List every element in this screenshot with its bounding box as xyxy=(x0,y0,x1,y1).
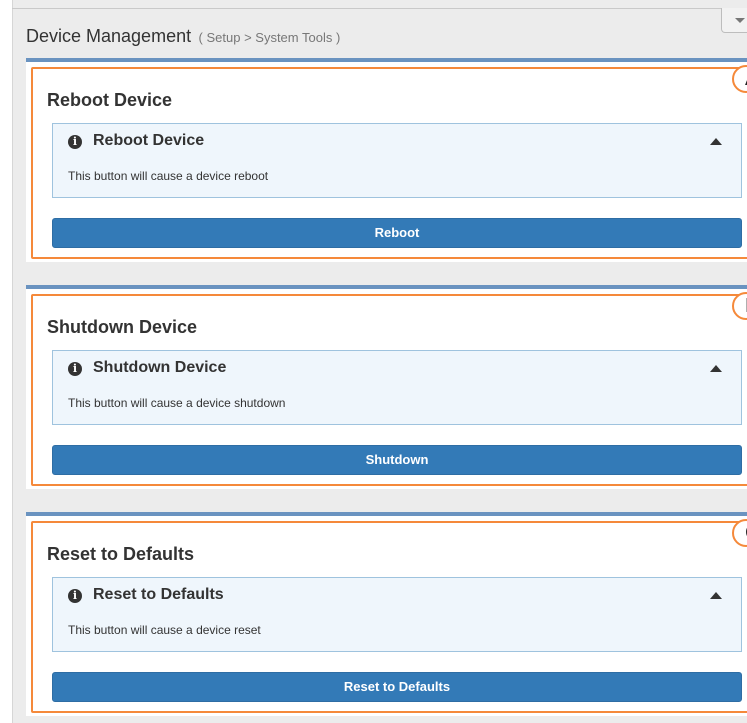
left-panel-edge xyxy=(0,0,13,723)
annotation-outline: B Shutdown Device i Shutdown Device This… xyxy=(31,292,747,486)
info-panel-title: Reset to Defaults xyxy=(93,586,224,603)
info-panel: i Reboot Device This button will cause a… xyxy=(52,123,742,198)
page-header: Device Management ( Setup > System Tools… xyxy=(26,26,340,47)
info-panel: i Reset to Defaults This button will cau… xyxy=(52,577,742,652)
info-icon: i xyxy=(68,135,82,149)
callout-label: C xyxy=(732,519,747,547)
chevron-down-icon xyxy=(735,18,745,23)
section-title: Reset to Defaults xyxy=(47,544,195,564)
info-panel: i Shutdown Device This button will cause… xyxy=(52,350,742,425)
info-panel-title: Shutdown Device xyxy=(93,359,227,376)
chevron-up-icon[interactable] xyxy=(710,365,722,372)
info-icon: i xyxy=(68,362,82,376)
reboot-device-card: A Reboot Device i Reboot Device This but… xyxy=(26,58,747,262)
info-panel-text: This button will cause a device reset xyxy=(68,623,261,637)
chevron-up-icon[interactable] xyxy=(710,592,722,599)
callout-label: A xyxy=(732,65,747,93)
top-divider xyxy=(12,8,747,9)
reset-defaults-card: C Reset to Defaults i Reset to Defaults … xyxy=(26,512,747,716)
page-title: Device Management xyxy=(26,26,192,46)
callout-label: B xyxy=(732,292,747,320)
info-panel-title: Reboot Device xyxy=(93,132,205,149)
chevron-up-icon[interactable] xyxy=(710,138,722,145)
annotation-outline: C Reset to Defaults i Reset to Defaults … xyxy=(31,519,747,713)
info-panel-text: This button will cause a device shutdown xyxy=(68,396,286,410)
section-title: Shutdown Device xyxy=(47,317,198,337)
breadcrumb: ( Setup > System Tools ) xyxy=(198,30,341,45)
reboot-button[interactable]: Reboot xyxy=(52,218,742,248)
annotation-outline: A Reboot Device i Reboot Device This but… xyxy=(31,65,747,259)
section-title: Reboot Device xyxy=(47,90,173,110)
reset-to-defaults-button[interactable]: Reset to Defaults xyxy=(52,672,742,702)
menu-toggle[interactable] xyxy=(721,8,747,33)
info-panel-text: This button will cause a device reboot xyxy=(68,169,269,183)
shutdown-device-card: B Shutdown Device i Shutdown Device This… xyxy=(26,285,747,489)
info-icon: i xyxy=(68,589,82,603)
shutdown-button[interactable]: Shutdown xyxy=(52,445,742,475)
